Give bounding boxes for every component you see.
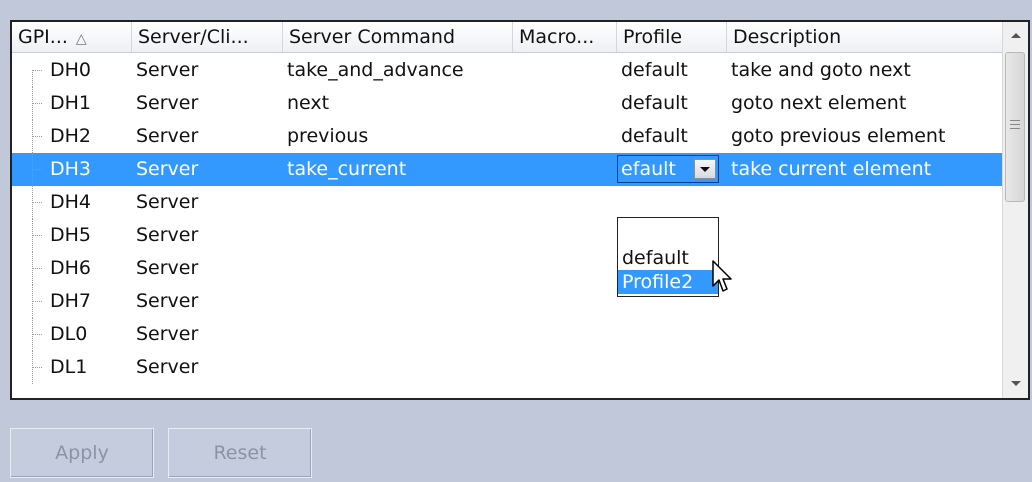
tree-branch-icon — [32, 301, 42, 302]
gpi-cell: DH3 — [50, 158, 92, 180]
server-client-cell: Server — [136, 257, 199, 279]
description-cell: goto previous element — [731, 125, 946, 147]
tree-branch-icon — [32, 367, 42, 368]
profile-dropdown-list: default Profile2 — [617, 217, 719, 297]
gpi-cell: DH4 — [50, 191, 92, 213]
column-header-macro[interactable]: Macro... — [513, 22, 617, 52]
table-row[interactable]: DH6 Server — [12, 252, 1002, 285]
table-row[interactable]: DL0 Server — [12, 318, 1002, 351]
gpi-cell: DH6 — [50, 257, 92, 279]
column-header-gpi[interactable]: GPI... △ — [12, 22, 132, 52]
profile-cell: default — [621, 125, 688, 147]
gpi-cell: DH0 — [50, 59, 92, 81]
server-client-cell: Server — [136, 224, 199, 246]
gpi-cell: DH1 — [50, 92, 92, 114]
gpi-mapping-grid: GPI... △ Server/Cli... Server Command Mac… — [10, 20, 1030, 400]
grip-line-icon — [1010, 120, 1020, 121]
profile-cell: default — [621, 92, 688, 114]
server-client-cell: Server — [136, 191, 199, 213]
scrollbar-thumb[interactable] — [1005, 52, 1025, 202]
server-client-cell: Server — [136, 323, 199, 345]
column-header-profile[interactable]: Profile — [617, 22, 727, 52]
profile-option-profile2[interactable]: Profile2 — [618, 270, 718, 294]
grip-line-icon — [1010, 124, 1020, 125]
vertical-scrollbar[interactable] — [1002, 22, 1028, 398]
tree-branch-icon — [32, 136, 42, 137]
tree-branch-icon — [32, 202, 42, 203]
profile-combobox[interactable]: default — [617, 155, 719, 183]
table-row[interactable]: DH7 Server — [12, 285, 1002, 318]
table-row[interactable]: DH3 Server take_current take current elemen… — [12, 153, 1002, 186]
grip-line-icon — [1010, 128, 1020, 129]
profile-cell: default — [621, 59, 688, 81]
column-header-gpi-label: GPI... — [18, 26, 68, 48]
gpi-cell: DL0 — [50, 323, 88, 345]
description-cell: goto next element — [731, 92, 907, 114]
reset-button[interactable]: Reset — [168, 428, 312, 478]
table-row[interactable]: DL1 Server — [12, 351, 1002, 384]
tree-branch-icon — [32, 70, 42, 71]
table-row[interactable]: DH1 Server next default goto next element — [12, 87, 1002, 120]
gpi-cell: DL1 — [50, 356, 88, 378]
scroll-up-arrow-icon[interactable] — [1003, 22, 1028, 50]
tree-branch-icon — [32, 334, 42, 335]
table-row[interactable]: DH5 Server — [12, 219, 1002, 252]
server-command-cell: previous — [287, 125, 369, 147]
server-client-cell: Server — [136, 125, 199, 147]
server-client-cell: Server — [136, 158, 199, 180]
sort-ascending-icon: △ — [75, 31, 87, 47]
dropdown-arrow-icon[interactable] — [694, 159, 716, 179]
gpi-cell: DH7 — [50, 290, 92, 312]
server-client-cell: Server — [136, 59, 199, 81]
apply-button[interactable]: Apply — [10, 428, 154, 478]
column-header-server-command[interactable]: Server Command — [283, 22, 513, 52]
server-command-cell: next — [287, 92, 330, 114]
grid-header: GPI... △ Server/Cli... Server Command Mac… — [12, 22, 1002, 53]
server-command-cell: take_and_advance — [287, 59, 464, 81]
tree-connector-icon — [32, 70, 33, 87]
grid-rows: DH0 Server take_and_advance default take and… — [12, 54, 1002, 384]
column-header-description[interactable]: Description — [727, 22, 1002, 52]
column-header-server-client[interactable]: Server/Cli... — [132, 22, 283, 52]
table-row[interactable]: DH4 Server — [12, 186, 1002, 219]
tree-branch-icon — [32, 268, 42, 269]
scroll-down-arrow-icon[interactable] — [1003, 370, 1028, 398]
server-client-cell: Server — [136, 356, 199, 378]
profile-combobox-value: default — [620, 158, 676, 180]
table-row[interactable]: DH0 Server take_and_advance default take and… — [12, 54, 1002, 87]
gpi-cell: DH5 — [50, 224, 92, 246]
tree-branch-icon — [32, 169, 42, 170]
profile-option-default[interactable]: default — [618, 246, 718, 270]
tree-branch-icon — [32, 103, 42, 104]
table-row[interactable]: DH2 Server previous default goto previous el… — [12, 120, 1002, 153]
server-command-cell: take_current — [287, 158, 407, 180]
gpi-cell: DH2 — [50, 125, 92, 147]
server-client-cell: Server — [136, 290, 199, 312]
server-client-cell: Server — [136, 92, 199, 114]
tree-branch-icon — [32, 235, 42, 236]
mouse-pointer-icon — [712, 260, 732, 292]
description-cell: take and goto next — [731, 59, 911, 81]
description-cell: take current element — [731, 158, 932, 180]
